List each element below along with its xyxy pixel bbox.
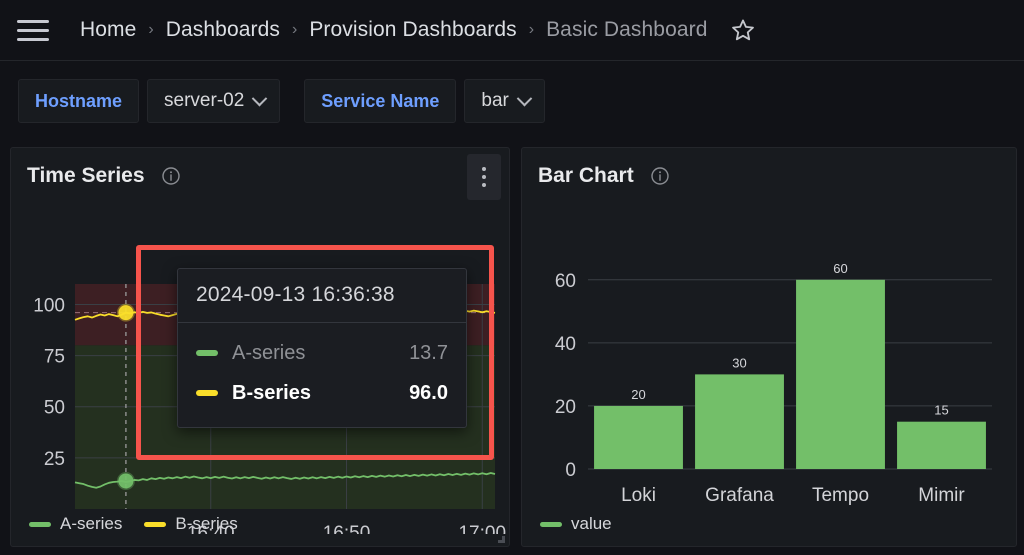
dashboard-variables-row: Hostname server-02 Service Name bar: [0, 61, 1024, 141]
bar-loki[interactable]: [594, 405, 683, 469]
hamburger-menu-icon[interactable]: [16, 15, 50, 45]
svg-text:16:50: 16:50: [323, 523, 371, 534]
breadcrumb-separator: ›: [291, 21, 298, 38]
panel-menu-button-time-series[interactable]: [467, 154, 501, 200]
bar-mimir[interactable]: [897, 421, 986, 469]
legend-color-swatch: [29, 521, 51, 527]
bar-chart-bars: [594, 279, 986, 469]
chevron-down-icon: [252, 90, 268, 106]
svg-text:Grafana: Grafana: [705, 485, 774, 506]
tooltip-series-name-a: A-series: [232, 341, 306, 364]
legend-item-value[interactable]: value: [540, 514, 612, 534]
breadcrumb-item-basic-dashboard: Basic Dashboard: [546, 18, 708, 41]
legend-label-value: value: [571, 514, 612, 533]
hamburger-line: [17, 19, 49, 23]
tooltip-series-value-a: 13.7: [409, 341, 448, 364]
panel-bar-chart: Bar Chart 20 30 60 15 0 20 40 60 Loki Grafana Te…: [521, 147, 1017, 547]
tooltip-series-list: A-series 13.7 B-series 96.0: [178, 323, 466, 427]
kebab-dot: [482, 167, 486, 171]
svg-text:60: 60: [833, 261, 847, 276]
info-circle-icon[interactable]: [161, 166, 181, 186]
legend-color-swatch: [540, 521, 562, 527]
tooltip-color-swatch: [196, 390, 218, 396]
tooltip-series-value-b: 96.0: [409, 381, 448, 404]
panel-header-bar-chart: Bar Chart: [522, 148, 1016, 204]
y-axis-tick-labels: 25 50 75 100: [33, 295, 65, 469]
bar-tempo[interactable]: [796, 279, 885, 469]
variable-select-hostname[interactable]: server-02: [147, 79, 281, 123]
svg-text:20: 20: [555, 397, 576, 418]
svg-text:25: 25: [44, 449, 65, 470]
legend-time-series: A-series B-series: [29, 514, 238, 534]
legend-bar-chart: value: [540, 514, 612, 534]
variable-label-service-name: Service Name: [304, 79, 457, 123]
variable-label-hostname: Hostname: [18, 79, 140, 123]
top-navigation-bar: Home › Dashboards › Provision Dashboards…: [0, 0, 1024, 61]
info-circle-icon[interactable]: [650, 166, 670, 186]
tooltip-row-b-series: B-series 96.0: [196, 373, 448, 413]
variable-service-name: Service Name bar: [304, 79, 545, 123]
svg-text:40: 40: [555, 334, 576, 355]
tooltip-timestamp: 2024-09-13 16:36:38: [178, 269, 466, 323]
tooltip-color-swatch: [196, 350, 218, 356]
star-icon[interactable]: [728, 15, 758, 45]
variable-value-hostname: server-02: [164, 90, 245, 111]
breadcrumb-separator: ›: [528, 21, 535, 38]
series-tooltip: 2024-09-13 16:36:38 A-series 13.7 B-seri…: [177, 268, 467, 428]
svg-text:100: 100: [33, 295, 65, 316]
breadcrumb-item-provision-dashboards[interactable]: Provision Dashboards: [309, 18, 516, 42]
variable-select-service-name[interactable]: bar: [464, 79, 545, 123]
chevron-down-icon: [516, 90, 533, 106]
svg-text:30: 30: [732, 355, 746, 370]
breadcrumb: Home › Dashboards › Provision Dashboards…: [80, 18, 708, 42]
legend-label-b-series: B-series: [175, 514, 238, 533]
tooltip-series-name-b: B-series: [232, 381, 311, 404]
legend-color-swatch: [144, 521, 167, 527]
svg-text:Loki: Loki: [621, 485, 656, 506]
svg-text:0: 0: [565, 460, 576, 481]
variable-value-service-name: bar: [481, 90, 509, 111]
legend-item-a-series[interactable]: A-series: [29, 514, 122, 534]
panel-title-time-series[interactable]: Time Series: [27, 164, 145, 188]
breadcrumb-item-dashboards[interactable]: Dashboards: [166, 18, 280, 42]
legend-label-a-series: A-series: [60, 514, 123, 533]
grafana-dashboard-page: Home › Dashboards › Provision Dashboards…: [0, 0, 1024, 555]
hamburger-line: [17, 37, 49, 41]
bar-value-labels: 20 30 60 15: [631, 261, 948, 418]
variable-hostname: Hostname server-02: [18, 79, 281, 123]
kebab-dot: [482, 175, 486, 179]
y-axis-tick-labels: 0 20 40 60: [555, 271, 576, 481]
svg-text:75: 75: [44, 347, 65, 368]
svg-text:60: 60: [555, 271, 576, 292]
tooltip-row-a-series: A-series 13.7: [196, 333, 448, 373]
bar-grafana[interactable]: [695, 374, 784, 469]
panel-title-bar-chart[interactable]: Bar Chart: [538, 164, 634, 188]
svg-text:Mimir: Mimir: [918, 485, 965, 506]
x-axis-category-labels: Loki Grafana Tempo Mimir: [621, 485, 965, 506]
kebab-dot: [482, 183, 486, 187]
legend-item-b-series[interactable]: B-series: [144, 514, 238, 534]
crosshair-point-b-series: [116, 303, 135, 322]
breadcrumb-separator: ›: [148, 21, 154, 38]
panel-resize-handle[interactable]: [494, 531, 506, 543]
svg-text:20: 20: [631, 387, 645, 402]
panel-header-time-series: Time Series: [11, 148, 509, 204]
svg-text:15: 15: [934, 403, 948, 418]
crosshair-point-a-series: [116, 471, 135, 490]
breadcrumb-item-home[interactable]: Home: [80, 18, 136, 42]
svg-text:50: 50: [44, 398, 65, 419]
svg-text:Tempo: Tempo: [812, 485, 869, 506]
hamburger-line: [17, 28, 49, 32]
bar-chart[interactable]: 20 30 60 15 0 20 40 60 Loki Grafana Tempo Mimir: [522, 204, 1016, 534]
